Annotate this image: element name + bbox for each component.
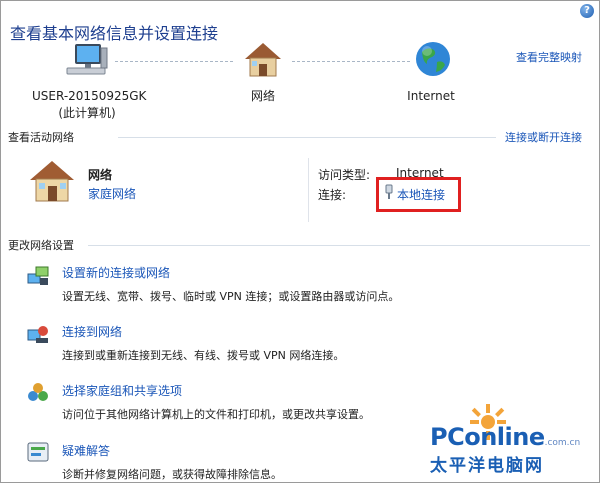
task-title[interactable]: 选择家庭组和共享选项 (62, 382, 182, 399)
homegroup-icon (28, 383, 48, 401)
network-name: 网络 (88, 168, 113, 182)
active-networks-heading: 查看活动网络 (8, 131, 74, 144)
computer-subtitle: (此计算机) (58, 106, 116, 120)
map-connector-2 (292, 61, 410, 63)
task-description: 设置无线、宽带、拨号、临时或 VPN 连接；或设置路由器或访问点。 (62, 290, 400, 303)
task-description: 连接到或重新连接到无线、有线、拨号或 VPN 网络连接。 (62, 349, 345, 362)
house-icon (245, 43, 281, 77)
section-rule (88, 245, 590, 246)
watermark-tagline: 太平洋电脑网 (430, 456, 544, 476)
local-connection-link[interactable]: 本地连接 (397, 186, 445, 203)
connect-disconnect-link[interactable]: 连接或断开连接 (505, 129, 582, 145)
page-title: 查看基本网络信息并设置连接 (10, 24, 219, 43)
network-type-link[interactable]: 家庭网络 (88, 185, 136, 202)
ethernet-icon (385, 184, 393, 199)
computer-icon (66, 44, 108, 75)
details-separator (308, 158, 309, 222)
view-full-map-link[interactable]: 查看完整映射 (516, 49, 582, 65)
troubleshoot-icon (27, 442, 49, 462)
task-title[interactable]: 连接到网络 (62, 323, 122, 340)
change-settings-heading: 更改网络设置 (8, 239, 74, 252)
access-type-label: 访问类型: (318, 168, 371, 182)
watermark-brand: PConline.com.cn (430, 423, 581, 451)
internet-node-label: Internet (407, 89, 455, 103)
globe-icon (416, 42, 450, 76)
network-setup-icon (27, 266, 49, 285)
map-connector-1 (115, 61, 233, 63)
computer-name: USER-20150925GK (32, 89, 147, 103)
network-node-label: 网络 (250, 89, 275, 103)
connect-network-icon (27, 326, 48, 343)
task-title[interactable]: 疑难解答 (62, 442, 110, 459)
task-title[interactable]: 设置新的连接或网络 (62, 264, 170, 281)
task-description: 访问位于其他网络计算机上的文件和打印机，或更改共享设置。 (62, 408, 370, 421)
home-network-icon (30, 161, 74, 202)
section-rule (118, 137, 496, 138)
task-description: 诊断并修复网络问题，或获得故障排除信息。 (62, 468, 282, 481)
help-icon[interactable]: ? (580, 4, 594, 18)
connections-label: 连接: (318, 188, 347, 202)
